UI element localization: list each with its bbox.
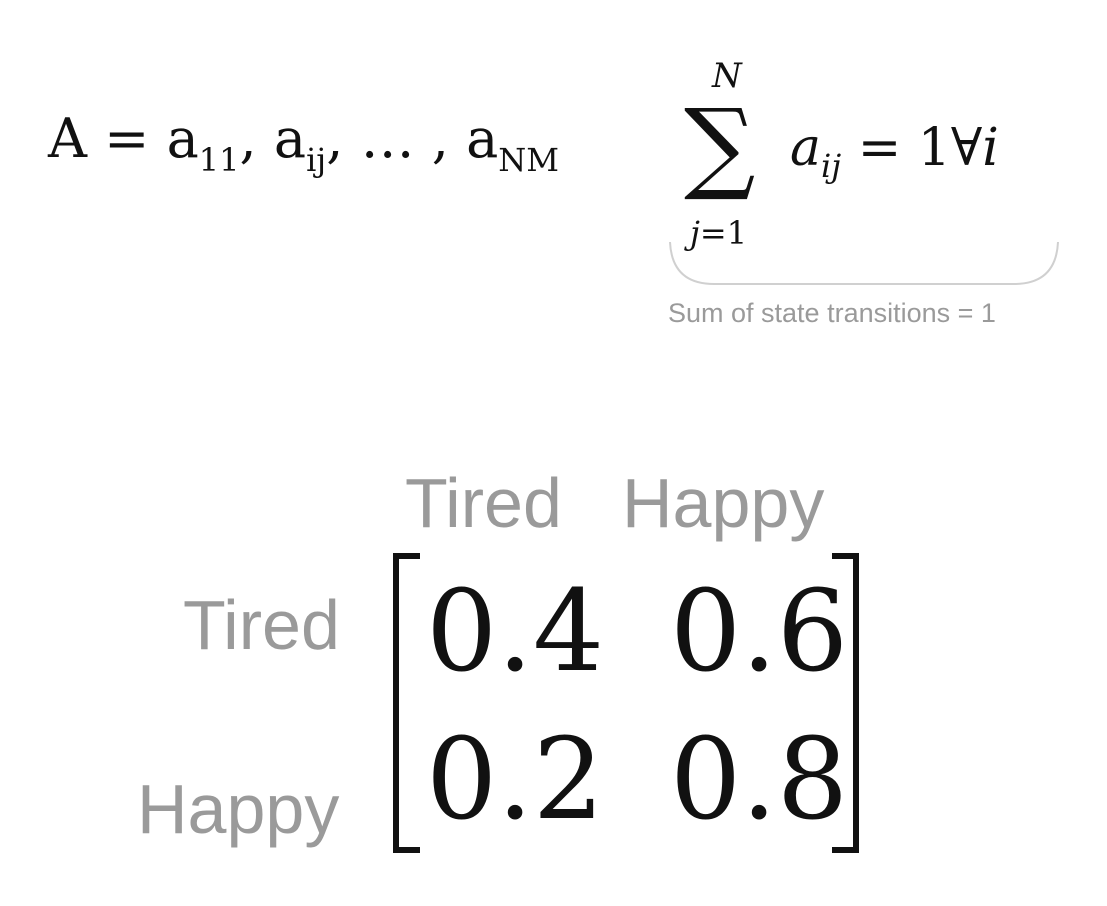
column-header-happy: Happy (622, 464, 825, 542)
sigma-symbol: ∑ (684, 87, 756, 204)
matrix-cell-tired-happy: 0.6 (670, 567, 849, 697)
sum-caption: Sum of state transitions = 1 (668, 298, 996, 328)
sum-expression: aij = 1∀i (790, 118, 999, 185)
matrix-cell-tired-tired: 0.4 (426, 567, 605, 697)
matrix-cell-happy-happy: 0.8 (670, 715, 849, 845)
term-aij: aij (273, 107, 327, 179)
ellipsis: … (360, 107, 415, 170)
underbrace (669, 241, 1059, 285)
term-anm: aNM (466, 107, 560, 179)
symbol-a-upper: A (48, 107, 87, 170)
row-header-tired: Tired (183, 586, 340, 664)
matrix-cell-happy-tired: 0.2 (426, 715, 605, 845)
transition-matrix-definition: A = a11, aij, … , aNM (48, 107, 560, 179)
term-a11: a11 (166, 107, 240, 179)
left-bracket (393, 553, 420, 853)
column-header-tired: Tired (405, 464, 562, 542)
row-header-happy: Happy (137, 770, 340, 848)
equals-sign: = (104, 107, 150, 170)
